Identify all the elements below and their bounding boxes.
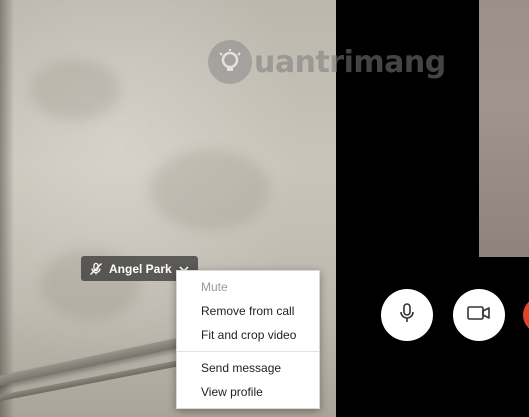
watermark-logo: uantrimang <box>208 40 446 84</box>
microphone-icon <box>396 302 418 329</box>
video-camera-icon <box>466 303 492 328</box>
video-button[interactable] <box>453 289 505 341</box>
microphone-muted-icon <box>89 262 103 276</box>
wall-stain <box>30 60 120 120</box>
participant-context-menu: Mute Remove from call Fit and crop video… <box>176 270 320 409</box>
participant-name: Angel Park <box>109 261 172 276</box>
menu-item-remove-from-call[interactable]: Remove from call <box>177 299 319 323</box>
menu-item-mute: Mute <box>201 280 228 294</box>
menu-item-send-message[interactable]: Send message <box>177 356 319 380</box>
call-screen: uantrimang Angel Park Mute Remove from c… <box>0 0 529 417</box>
microphone-button[interactable] <box>381 289 433 341</box>
wall-stain <box>150 150 270 230</box>
wall-edge-shadow <box>0 0 14 417</box>
secondary-participant-video[interactable] <box>479 0 529 257</box>
menu-item-fit-and-crop-video[interactable]: Fit and crop video <box>177 323 319 347</box>
watermark-text: uantrimang <box>254 44 446 80</box>
menu-item-view-profile[interactable]: View profile <box>177 380 319 404</box>
end-call-button[interactable] <box>523 297 529 333</box>
lightbulb-icon <box>208 40 252 84</box>
menu-separator <box>177 351 319 352</box>
